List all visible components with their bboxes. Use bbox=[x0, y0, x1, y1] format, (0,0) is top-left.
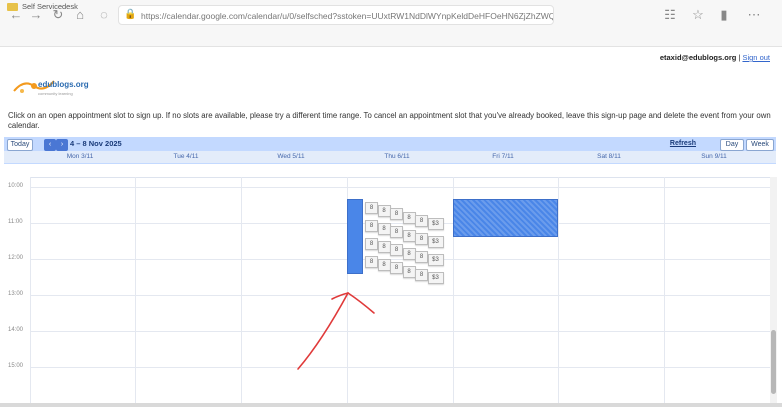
bookmarks-bar bbox=[0, 30, 782, 47]
slot-tile[interactable]: 8 bbox=[402, 265, 416, 278]
prev-week-button[interactable]: ‹ bbox=[44, 139, 56, 151]
address-bar[interactable]: https://calendar.google.com/calendar/u/0… bbox=[118, 5, 554, 25]
logo-text: edublogs.org bbox=[38, 80, 89, 89]
red-arrow-annotation bbox=[297, 292, 375, 370]
view-week-button[interactable]: Week bbox=[746, 139, 774, 151]
next-week-button[interactable]: › bbox=[56, 139, 68, 151]
date-range: 4 – 8 Nov 2025 bbox=[70, 139, 122, 148]
bottom-border bbox=[0, 403, 782, 407]
time-label: 11:00 bbox=[8, 219, 23, 225]
account-email: etaxid@edublogs.org bbox=[659, 53, 737, 62]
slot-tile[interactable]: $3 bbox=[427, 236, 444, 248]
slot-tile[interactable]: 8 bbox=[390, 262, 403, 275]
day-label: Fri 7/11 bbox=[492, 153, 514, 160]
hour-line bbox=[30, 331, 772, 332]
edublogs-logo: edublogs.org community learning bbox=[10, 69, 96, 103]
slot-tile[interactable]: $3 bbox=[427, 218, 444, 230]
star-icon[interactable]: ☆ bbox=[690, 7, 706, 23]
day-label: Tue 4/11 bbox=[173, 153, 199, 160]
slot-tile[interactable]: 8 bbox=[377, 205, 391, 218]
slot-tile[interactable]: $3 bbox=[427, 272, 444, 284]
slot-tile[interactable]: 8 bbox=[365, 238, 378, 250]
sign-out-link[interactable]: Sign out bbox=[742, 53, 770, 62]
hour-line bbox=[30, 367, 772, 368]
appointment-slot[interactable] bbox=[347, 199, 363, 274]
slot-tile[interactable]: 8 bbox=[402, 229, 416, 242]
slot-tile[interactable]: 8 bbox=[415, 214, 428, 227]
hour-line bbox=[30, 295, 772, 296]
time-label: 13:00 bbox=[8, 291, 24, 297]
day-label: Thu 6/11 bbox=[384, 153, 410, 160]
slot-tile[interactable]: 8 bbox=[365, 202, 378, 214]
scrollbar-thumb[interactable] bbox=[771, 330, 776, 394]
view-day-button[interactable]: Day bbox=[720, 139, 744, 151]
logo-graphic: edublogs.org community learning bbox=[13, 80, 89, 96]
menu-icon[interactable]: ⋯ bbox=[746, 7, 762, 23]
slot-tile[interactable]: 8 bbox=[415, 268, 428, 281]
appointment-slot[interactable] bbox=[453, 199, 558, 237]
slot-tile[interactable]: 8 bbox=[390, 244, 403, 257]
slot-tile[interactable]: 8 bbox=[377, 259, 391, 272]
day-label: Mon 3/11 bbox=[66, 153, 94, 160]
account-info: etaxid@edublogs.org | Sign out bbox=[659, 53, 770, 62]
slot-tile[interactable]: 8 bbox=[415, 232, 428, 245]
time-label: 14:00 bbox=[8, 327, 24, 333]
day-label: Sat 8/11 bbox=[597, 153, 621, 160]
slot-tile[interactable]: 8 bbox=[377, 223, 391, 236]
day-label: Wed 5/11 bbox=[277, 153, 305, 160]
day-column-line bbox=[664, 177, 665, 403]
time-label: 10:00 bbox=[8, 183, 24, 189]
logo-tagline: community learning bbox=[38, 91, 73, 96]
slot-tile[interactable]: 8 bbox=[365, 256, 378, 268]
slot-popup: 8 8 8 8 8 $3 8 8 8 8 8 $3 8 8 8 8 8 $3 8 8 8 8 8 $3 bbox=[363, 198, 455, 284]
lock-icon[interactable]: 🔒 bbox=[124, 9, 136, 20]
slot-tile[interactable]: 8 bbox=[402, 211, 416, 224]
slot-tile[interactable]: 8 bbox=[415, 250, 428, 263]
day-column-line bbox=[30, 177, 31, 403]
reader-icon[interactable]: ☷ bbox=[662, 7, 678, 23]
day-column-line bbox=[135, 177, 136, 403]
slot-tile[interactable]: $3 bbox=[427, 254, 444, 266]
refresh-link[interactable]: Refresh bbox=[670, 140, 696, 147]
extension-icon[interactable]: ▮ bbox=[716, 7, 732, 23]
hour-line bbox=[30, 187, 772, 188]
slot-tile[interactable]: 8 bbox=[402, 247, 416, 260]
slot-tile[interactable]: 8 bbox=[377, 241, 391, 254]
shield-icon[interactable]: ◌ bbox=[96, 7, 112, 23]
day-label: Sun 9/11 bbox=[701, 153, 727, 160]
all-day-row bbox=[30, 163, 772, 178]
slot-tile[interactable]: 8 bbox=[390, 226, 403, 239]
day-column-line bbox=[558, 177, 559, 403]
today-button[interactable]: Today bbox=[7, 139, 33, 151]
folder-icon[interactable] bbox=[7, 3, 18, 11]
time-label: 12:00 bbox=[8, 255, 24, 261]
instructions-text: Click on an open appointment slot to sig… bbox=[8, 111, 771, 130]
day-column-line bbox=[241, 177, 242, 403]
slot-tile[interactable]: 8 bbox=[390, 208, 403, 221]
time-label: 15:00 bbox=[8, 363, 24, 369]
slot-tile[interactable]: 8 bbox=[365, 220, 378, 232]
bookmark-item[interactable]: Self Servicedesk bbox=[22, 2, 78, 11]
